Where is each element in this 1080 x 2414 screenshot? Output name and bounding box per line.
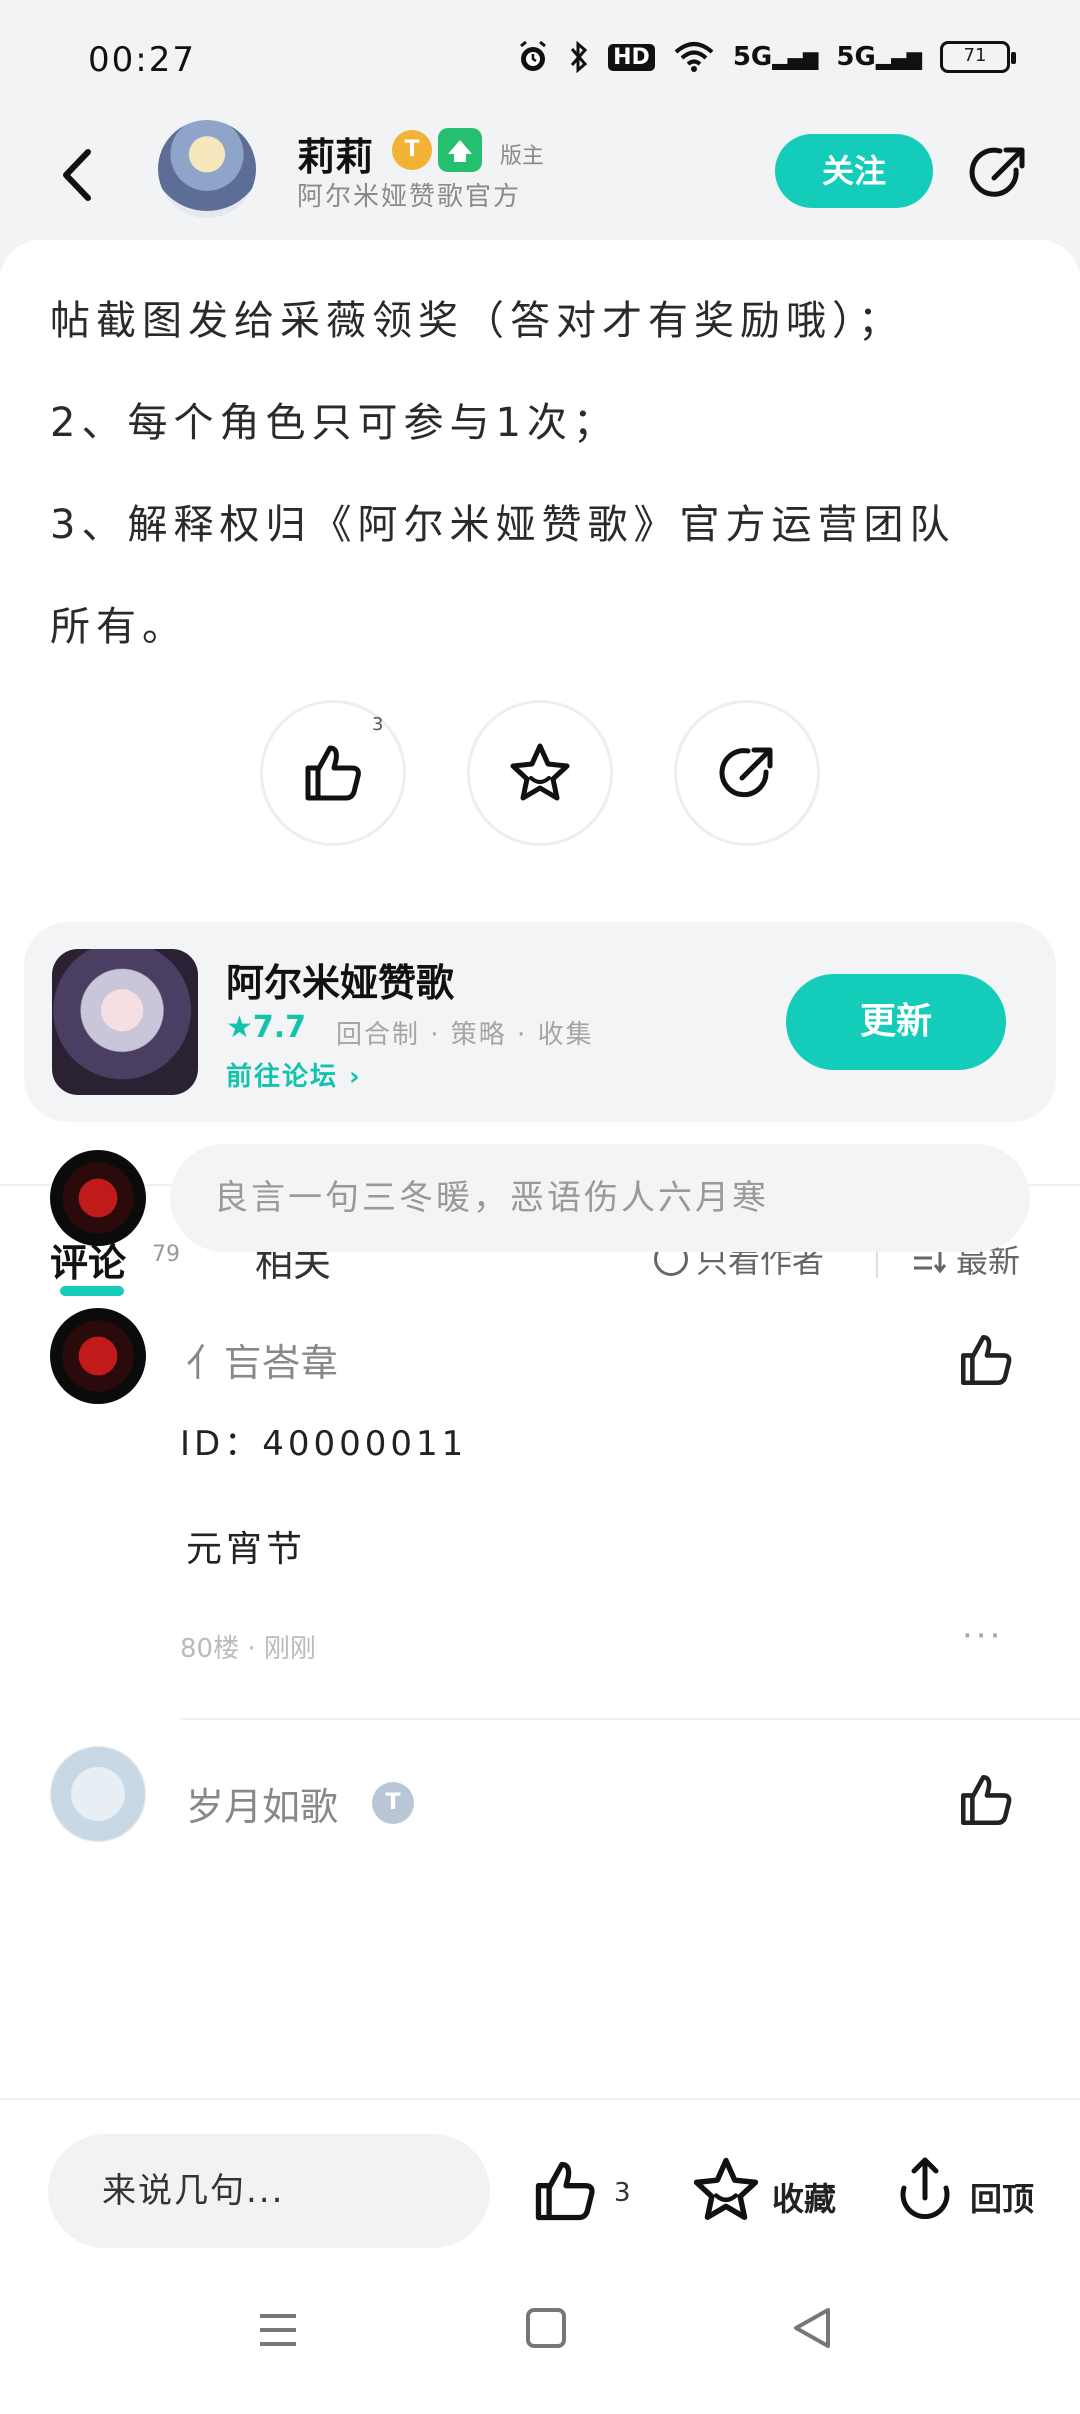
comment-text: ID：40000011 [180,1424,468,1464]
game-icon[interactable] [52,949,198,1095]
follow-button[interactable]: 关注 [775,134,933,208]
back-to-top-icon[interactable] [892,2154,958,2224]
status-bar: 00:27 HD 5G▂▄▆ 5G▂▄▆ 71 [0,0,1080,120]
favorite-label[interactable]: 收藏 [772,2174,836,2220]
game-title[interactable]: 阿尔米娅赞歌 [226,952,454,1007]
battery-icon: 71 [940,41,1016,73]
status-time: 00:27 [88,40,196,80]
thumbs-up-icon [305,745,361,801]
my-avatar [50,1150,146,1246]
author-avatar[interactable] [158,120,256,218]
article-line: 所有。 [50,604,188,650]
tab-indicator [60,1286,124,1296]
level-badge: T [392,130,432,170]
alarm-icon [520,40,547,71]
content-card: 帖截图发给采薇领奖（答对才有奖励哦）； 2、每个角色只可参与1次； 3、解释权归… [0,240,1080,2414]
bluetooth-icon [570,40,588,74]
post-action-row [0,700,1080,850]
comment-input[interactable]: 良言一句三冬暖，恶语伤人六月寒 [170,1144,1030,1252]
comment-text: 元宵节 [186,1529,307,1570]
game-card[interactable]: 阿尔米娅赞歌 ★7.7 回合制 · 策略 · 收集 前往论坛 › 更新 [24,922,1056,1122]
commenter-name[interactable]: 亻吂峇韋 [186,1332,338,1387]
menu-icon[interactable] [258,2312,298,2348]
update-button[interactable]: 更新 [786,974,1006,1070]
comment-count: 79 [152,1242,180,1267]
article-line: 2、每个角色只可参与1次； [50,400,619,446]
forum-link[interactable]: 前往论坛 › [226,1056,362,1093]
verified-badge-icon [438,128,482,172]
game-rating: ★7.7 [226,1010,307,1045]
divider [180,1718,1080,1720]
level-badge: T [372,1782,414,1824]
share-icon [719,747,773,798]
share-icon[interactable] [966,140,1032,206]
article-body: 帖截图发给采薇领奖（答对才有奖励哦）； 2、每个角色只可参与1次； 3、解释权归… [50,270,1030,678]
article-line: 3、解释权归《阿尔米娅赞歌》官方运营团队 [50,502,956,548]
back-to-top-label[interactable]: 回顶 [970,2174,1034,2220]
signal-5g-icon: 5G▂▄▆ [836,42,922,72]
home-icon[interactable] [526,2308,566,2348]
like-count: 3 [614,2178,631,2208]
bottom-action-bar: 来说几句... 3 收藏 回顶 [0,2098,1080,2248]
commenter-avatar[interactable] [50,1746,146,1842]
like-count: 3 [372,714,384,735]
role-label: 版主 [500,144,545,169]
system-nav-bar [0,2248,1080,2414]
back-icon[interactable] [50,140,110,210]
favorite-button[interactable] [467,700,613,846]
post-header: 莉莉 T 版主 阿尔米娅赞歌官方 关注 [0,110,1080,240]
like-button[interactable] [260,700,406,846]
star-icon [510,743,570,801]
commenter-name[interactable]: 岁月如歌 [186,1776,338,1831]
status-icons: HD 5G▂▄▆ 5G▂▄▆ 71 [516,40,1016,74]
wifi-icon [674,42,714,72]
nav-back-icon[interactable] [790,2306,834,2350]
thumbs-up-icon[interactable] [956,1330,1016,1390]
author-name[interactable]: 莉莉 [297,126,373,181]
author-subtitle: 阿尔米娅赞歌官方 [297,182,522,212]
thumbs-up-icon[interactable] [530,2156,600,2226]
thumbs-up-icon[interactable] [956,1770,1016,1830]
more-options-icon[interactable]: ··· [962,1616,1003,1656]
game-tags: 回合制 · 策略 · 收集 [336,1020,594,1050]
comment-meta: 80楼 · 刚刚 [180,1634,316,1664]
share-button[interactable] [674,700,820,846]
signal-5g-icon: 5G▂▄▆ [732,42,819,72]
article-line: 帖截图发给采薇领奖（答对才有奖励哦）； [50,298,904,344]
star-icon[interactable] [690,2154,762,2226]
reply-input[interactable]: 来说几句... [48,2134,490,2248]
commenter-avatar[interactable] [50,1308,146,1404]
hd-icon: HD [608,43,655,71]
